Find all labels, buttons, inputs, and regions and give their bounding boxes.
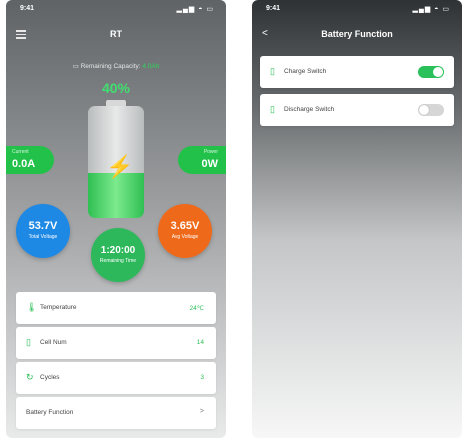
current-value: 0.0A bbox=[12, 158, 36, 170]
cycle-icon: ↻ bbox=[26, 372, 34, 382]
toggle-knob bbox=[433, 67, 443, 77]
current-badge: Current 0.0A bbox=[6, 146, 54, 174]
chevron-right-icon: > bbox=[199, 408, 204, 415]
status-bar: 9:41 ▂▄▆ ◓ ▭ bbox=[252, 4, 462, 16]
list-item-label: Temperature bbox=[40, 304, 77, 311]
avg-voltage-label: Avg Voltage bbox=[171, 234, 199, 240]
status-time: 9:41 bbox=[20, 5, 35, 12]
battery-body: ⚡ bbox=[88, 106, 144, 218]
avg-voltage-circle: 3.65V Avg Voltage bbox=[158, 204, 212, 258]
current-label: Current bbox=[12, 149, 29, 155]
list-item-label: Discharge Switch bbox=[284, 106, 335, 113]
list-item-charge-switch: ▯ Charge Switch bbox=[260, 56, 454, 88]
lightning-icon: ⚡ bbox=[106, 154, 134, 179]
status-time: 9:41 bbox=[266, 5, 281, 12]
remaining-time-circle: 1:20:00 Remaining Time bbox=[91, 228, 145, 282]
thermometer-icon: 🌡︎ bbox=[26, 302, 38, 312]
battery-small-icon: ▭ bbox=[72, 63, 79, 70]
page-title: RT bbox=[110, 29, 122, 39]
total-voltage-label: Total Voltage bbox=[28, 234, 58, 240]
total-voltage-value: 53.7V bbox=[28, 220, 58, 232]
status-bar: 9:41 ▂▄▆ ◓ ▭ bbox=[6, 4, 226, 16]
remaining-capacity-value: 4.0Ah bbox=[142, 63, 160, 70]
list-item-value: 24℃ bbox=[189, 305, 204, 312]
page-title: Battery Function bbox=[321, 29, 393, 39]
list-item-value: 3 bbox=[200, 374, 204, 381]
list-item-label: Charge Switch bbox=[284, 68, 327, 75]
toggle-knob bbox=[419, 105, 429, 115]
battery-percent: 40% bbox=[101, 80, 131, 96]
list-item-label: Cell Num bbox=[40, 339, 67, 346]
list-item-discharge-switch: ▯ Discharge Switch bbox=[260, 94, 454, 126]
switch-list: ▯ Charge Switch ▯ Discharge Switch bbox=[260, 56, 454, 132]
discharge-switch-toggle[interactable] bbox=[418, 104, 444, 116]
battery-cell-icon: ▯ bbox=[270, 66, 275, 76]
main-screen: 9:41 ▂▄▆ ◓ ▭ RT ▭ Remaining Capacity: 4.… bbox=[6, 0, 226, 438]
status-icons: ▂▄▆ ◓ ▭ bbox=[412, 6, 450, 13]
battery-cell-icon: ▯ bbox=[270, 104, 275, 114]
power-value: 0W bbox=[201, 158, 219, 170]
battery-cell-icon: ▯ bbox=[26, 337, 31, 347]
list-item-label: Cycles bbox=[40, 374, 60, 381]
list-item-value: 14 bbox=[196, 339, 204, 346]
list-item-temperature: 🌡︎ Temperature 24℃ bbox=[16, 292, 216, 324]
list-item-cell-num: ▯ Cell Num 14 bbox=[16, 327, 216, 359]
remaining-capacity-label: Remaining Capacity: bbox=[80, 63, 141, 70]
battery-function-screen: 9:41 ▂▄▆ ◓ ▭ < Battery Function ▯ Charge… bbox=[252, 0, 462, 438]
avg-voltage-value: 3.65V bbox=[170, 220, 200, 232]
remaining-time-value: 1:20:00 bbox=[100, 245, 136, 256]
remaining-capacity: ▭ Remaining Capacity: 4.0Ah bbox=[6, 62, 226, 70]
remaining-time-label: Remaining Time bbox=[99, 258, 137, 264]
list-item-cycles: ↻ Cycles 3 bbox=[16, 362, 216, 394]
info-list: 🌡︎ Temperature 24℃ ▯ Cell Num 14 ↻ Cycle… bbox=[16, 292, 216, 432]
battery-graphic: ⚡ bbox=[88, 100, 144, 218]
list-item-label: Battery Function bbox=[26, 409, 74, 416]
power-badge: Power 0W bbox=[178, 146, 226, 174]
charge-switch-toggle[interactable] bbox=[418, 66, 444, 78]
status-icons: ▂▄▆ ◓ ▭ bbox=[176, 6, 214, 13]
list-item-battery-function[interactable]: Battery Function > bbox=[16, 397, 216, 429]
total-voltage-circle: 53.7V Total Voltage bbox=[16, 204, 70, 258]
power-label: Power bbox=[203, 149, 218, 155]
